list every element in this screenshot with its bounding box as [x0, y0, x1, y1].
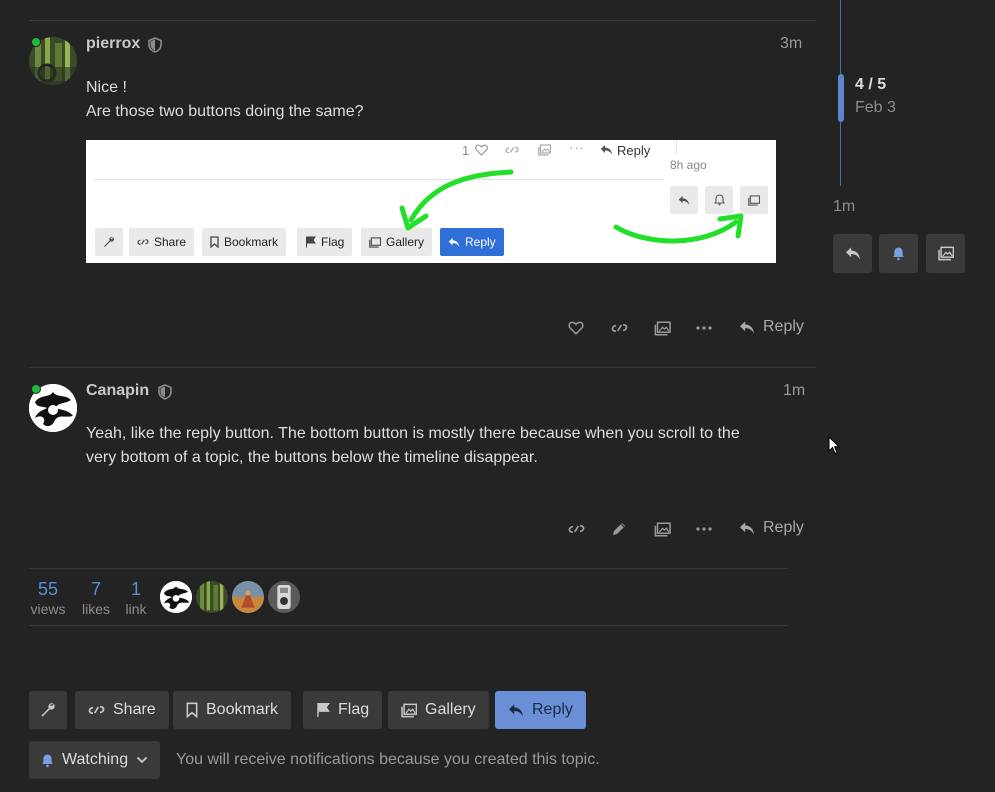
participant-avatar[interactable] — [268, 581, 300, 613]
post-reply-label: Reply — [763, 318, 804, 335]
bookmark-icon — [186, 702, 198, 718]
post-date[interactable]: 1m — [783, 382, 805, 400]
stat-number: 1 — [130, 579, 141, 599]
reply-icon — [739, 521, 755, 536]
shield-icon — [148, 37, 162, 53]
gallery-icon[interactable] — [652, 519, 672, 539]
post-reply-button[interactable]: Reply — [739, 519, 804, 537]
shield-icon — [158, 384, 172, 400]
stat-number: 55 — [37, 579, 59, 599]
post-username[interactable]: Canapin — [86, 382, 149, 400]
participant-avatar[interactable] — [232, 581, 264, 613]
more-icon[interactable] — [694, 318, 714, 338]
bell-icon — [41, 753, 54, 768]
flag-icon — [316, 702, 330, 718]
share-label: Share — [113, 701, 156, 718]
bell-icon — [892, 246, 905, 261]
timeline-date: Feb 3 — [855, 99, 896, 116]
bookmark-label: Bookmark — [206, 701, 279, 718]
bookmark-button[interactable]: Bookmark — [173, 691, 292, 729]
post-line: Are those two buttons doing the same? — [86, 103, 364, 120]
online-indicator — [31, 384, 41, 394]
notification-level-dropdown[interactable]: Watching — [29, 741, 161, 779]
like-icon[interactable] — [566, 318, 586, 338]
post-reply-label: Reply — [763, 519, 804, 536]
post-separator — [29, 20, 816, 21]
link-icon[interactable] — [566, 519, 586, 539]
timeline-notification-button[interactable] — [879, 234, 918, 273]
gallery-icon — [937, 246, 954, 261]
notification-level-label: Watching — [62, 751, 129, 768]
reply-icon — [739, 320, 755, 335]
post-separator — [29, 367, 816, 368]
wrench-icon — [40, 702, 56, 718]
stat-number: 7 — [90, 579, 101, 599]
reply-icon — [508, 703, 524, 718]
gallery-label: Gallery — [425, 701, 476, 718]
gallery-icon — [401, 703, 417, 718]
flag-label: Flag — [338, 701, 370, 718]
chevron-down-icon — [136, 756, 148, 764]
pencil-icon[interactable] — [609, 519, 629, 539]
gallery-icon[interactable] — [652, 318, 672, 338]
embedded-screenshot[interactable]: 1 ··· Reply 8h ago Share Bookmark Flag G… — [86, 140, 776, 263]
reply-button[interactable]: Reply — [495, 691, 586, 729]
timeline-gallery-button[interactable] — [926, 234, 965, 273]
link-icon — [88, 703, 105, 717]
reply-icon — [845, 246, 861, 261]
post-username[interactable]: pierrox — [86, 35, 140, 53]
gallery-button[interactable]: Gallery — [388, 691, 489, 729]
mouse-cursor-icon — [828, 435, 841, 460]
participant-avatar[interactable] — [196, 581, 228, 613]
timeline-position: 4 / 5 — [855, 76, 887, 93]
post-line: Nice ! — [86, 79, 127, 96]
more-icon[interactable] — [694, 519, 714, 539]
notification-reason: You will receive notifications because y… — [176, 751, 600, 768]
reply-label: Reply — [532, 701, 573, 718]
post-line: very bottom of a topic, the buttons belo… — [86, 449, 538, 466]
participant-avatar[interactable] — [160, 581, 192, 613]
topic-map-top-border — [29, 568, 788, 569]
link-icon[interactable] — [609, 318, 629, 338]
timeline-handle[interactable] — [838, 74, 844, 122]
topic-map-bottom-border — [29, 625, 788, 626]
post-date[interactable]: 3m — [780, 35, 802, 53]
post-reply-button[interactable]: Reply — [739, 318, 804, 336]
stat-views: 55 views — [30, 579, 66, 617]
stat-links[interactable]: 1 link — [120, 579, 152, 617]
stat-label: link — [125, 601, 147, 617]
post-line: Yeah, like the reply button. The bottom … — [86, 425, 740, 442]
stat-label: likes — [81, 601, 110, 617]
timeline-reply-button[interactable] — [833, 234, 872, 273]
stat-likes: 7 likes — [78, 579, 114, 617]
stat-label: views — [30, 601, 66, 617]
green-arrows-annotation — [399, 169, 744, 244]
flag-button[interactable]: Flag — [303, 691, 383, 729]
share-button[interactable]: Share — [75, 691, 169, 729]
timeline-last-activity[interactable]: 1m — [833, 198, 855, 216]
admin-wrench-button[interactable] — [29, 691, 67, 729]
online-indicator — [31, 37, 41, 47]
